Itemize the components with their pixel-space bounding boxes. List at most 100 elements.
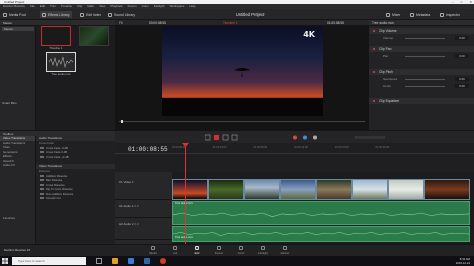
page-fairlight[interactable]: Fairlight (254, 246, 272, 256)
audio-clip-a1[interactable]: Tree audio.mov (172, 201, 470, 225)
page-deliver[interactable]: Deliver (276, 246, 294, 256)
metadata-icon (410, 12, 414, 17)
sound-library-button[interactable]: Sound Library (108, 11, 135, 18)
timeline-toolbar (115, 130, 474, 143)
page-navigation: DaVinci Resolve 15 Media Cut Edit Fusion… (0, 244, 474, 256)
page-fusion[interactable]: Fusion (210, 246, 228, 256)
semitones-value[interactable]: 0.00 (455, 77, 469, 81)
pan-value[interactable]: 0.00 (455, 54, 469, 58)
video-clip[interactable] (244, 179, 280, 200)
media-pool-button[interactable]: Media Pool (3, 11, 26, 18)
section-clip-pan[interactable]: Clip Pan (369, 46, 474, 52)
effect-item[interactable]: Cross Fade +3 dB (36, 155, 115, 160)
video-clip[interactable] (352, 179, 388, 200)
edit-index-label: Edit Index (86, 12, 102, 17)
semitones-slider[interactable] (405, 78, 445, 80)
row-pan: Pan 0.00 (369, 53, 474, 59)
page-media[interactable]: Media (144, 246, 162, 256)
clip-thumbnail (79, 26, 109, 46)
video-clip[interactable] (172, 179, 208, 200)
section-enable-icon[interactable] (373, 30, 375, 32)
mixer-icon (386, 12, 390, 17)
video-clip[interactable] (388, 179, 424, 200)
bin-list: Master Smart Bins (0, 26, 36, 130)
row-label: Pan (383, 54, 389, 58)
mixer-button[interactable]: Mixer (386, 11, 400, 18)
ground (162, 98, 323, 116)
app-brand: DaVinci Resolve 15 (4, 248, 31, 252)
clock-date: 2018-12-24 (455, 260, 470, 265)
effects-categories: Video Transitions Audio Transitions Titl… (0, 136, 36, 244)
tree-silhouette (234, 68, 250, 77)
master-label: Master (3, 21, 13, 25)
clip-thumb-2[interactable] (79, 26, 109, 46)
clip-thumb-tree-audio[interactable]: Tree audio.mov (46, 52, 76, 76)
row-label: Semitones (383, 77, 398, 81)
category-favorites[interactable]: Favorites (0, 216, 35, 221)
bin-master[interactable]: Master (2, 27, 34, 31)
volume-slider[interactable] (405, 37, 445, 39)
track-head-a2[interactable]: A2 Audio 2 2.0 (115, 220, 172, 240)
page-cut[interactable]: Cut (166, 246, 184, 256)
cents-slider[interactable] (405, 85, 445, 87)
row-label: Volume (383, 36, 394, 40)
audio-waveform (173, 212, 469, 217)
row-semitones: Semitones 0.00 (369, 76, 474, 82)
file-explorer-icon[interactable] (112, 258, 118, 264)
taskbar-search[interactable]: Type here to search (12, 257, 86, 265)
video-clip[interactable] (208, 179, 244, 200)
edit-index-button[interactable]: Edit Index (80, 11, 101, 18)
section-enable-icon[interactable] (373, 48, 375, 50)
video-clip[interactable] (316, 179, 352, 200)
smart-bins[interactable]: Smart Bins (2, 101, 17, 105)
edit-tools (205, 134, 385, 141)
section-enable-icon[interactable] (373, 100, 375, 102)
effects-icon (42, 12, 46, 17)
page-edit[interactable]: Edit (188, 246, 206, 256)
page-color[interactable]: Color (232, 246, 250, 256)
sound-library-icon (108, 12, 112, 17)
audio-thumbnail (46, 52, 76, 72)
effect-item[interactable]: Smooth Cut (36, 196, 115, 201)
clip-thumb-timeline[interactable]: Timeline 1 (41, 26, 71, 50)
ruler-mark: 01:00:20:00 (375, 146, 390, 149)
track-head-a1[interactable]: A1 Audio 1 2.0 (115, 202, 172, 218)
volume-value[interactable]: 0.00 (455, 36, 469, 40)
effects-library-button[interactable]: Effects Library (40, 11, 72, 18)
row-label: Cents (383, 84, 391, 88)
cents-value[interactable]: 0.00 (455, 84, 469, 88)
inspector-button[interactable]: Inspector (440, 11, 460, 18)
track-name: Audio 1 (123, 204, 134, 208)
video-clip[interactable] (424, 179, 470, 200)
fusion-page-icon (217, 246, 221, 250)
timeline-timecode: 01:00:08:55 (128, 146, 168, 153)
mixer-label: Mixer (392, 12, 401, 17)
metadata-button[interactable]: Metadata (410, 11, 430, 18)
scrubber-handle[interactable] (121, 120, 123, 123)
section-clip-volume[interactable]: Clip Volume (369, 28, 474, 34)
task-view-icon[interactable] (96, 258, 102, 264)
windows-start-icon[interactable] (2, 258, 8, 264)
video-clip[interactable] (280, 179, 316, 200)
playhead[interactable] (185, 143, 186, 244)
media-pool-icon (3, 12, 7, 17)
davinci-resolve-taskbar-icon[interactable] (160, 258, 166, 264)
video-frame: 4K (162, 26, 323, 116)
track-head-v1[interactable]: V1 Video 1 (115, 178, 172, 200)
media-page-icon (151, 246, 155, 250)
page-label: Deliver (280, 251, 290, 255)
ruler-mark: 01:00:08:00 (253, 146, 268, 149)
browser-icon[interactable] (128, 258, 134, 264)
effects-library-label: Effects Library (48, 12, 70, 17)
scrubber-bar[interactable] (119, 121, 365, 122)
audio-clip-a2[interactable]: Tree audio.mov (172, 226, 470, 242)
store-icon[interactable] (144, 258, 150, 264)
top-toolbar: Media Pool Effects Library Edit Index So… (0, 9, 474, 20)
section-title: Clip Pan (379, 47, 392, 51)
audio-waveform (173, 231, 469, 237)
section-clip-equalizer[interactable]: Clip Equalizer (369, 98, 474, 104)
category-audio-fx[interactable]: Audio FX (0, 163, 35, 168)
pan-slider[interactable] (405, 55, 445, 57)
section-clip-pitch[interactable]: Clip Pitch (369, 69, 474, 75)
section-enable-icon[interactable] (373, 71, 375, 73)
